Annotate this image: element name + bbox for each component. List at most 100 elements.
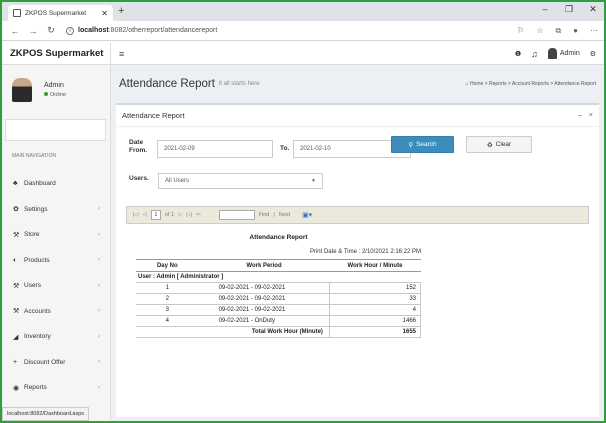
settings-gear-icon[interactable]: ⚙ — [590, 50, 596, 58]
breadcrumb[interactable]: ⌂ Home > Reports > Account Reports > Att… — [466, 81, 596, 87]
gear-icon: ✿ — [13, 206, 19, 214]
sidebar-item-users[interactable]: ⚒ Users ‹ — [2, 273, 110, 299]
total-row: Total Work Hour (Minute) 1655 — [136, 326, 422, 338]
box-tools: – × — [578, 112, 593, 119]
page-title: Attendance Report — [119, 78, 215, 90]
total-label: Total Work Hour (Minute) — [136, 326, 330, 338]
status-badge: Online — [44, 92, 66, 98]
first-page-icon[interactable]: |◁ — [133, 212, 139, 218]
find-link[interactable]: Find — [259, 212, 270, 218]
chevron-left-icon: ‹ — [98, 359, 100, 366]
page-subtitle: it all starts here — [218, 81, 260, 87]
back-icon[interactable]: ← — [8, 26, 22, 36]
group-label: User : Admin [ Administrator ] — [136, 271, 421, 283]
url-field[interactable]: i localhost :8082/otherreport/attendance… — [66, 26, 218, 35]
search-button[interactable]: ⚲ Search — [391, 136, 454, 153]
export-icon[interactable]: ▣▾ — [302, 211, 312, 219]
chevron-left-icon: ‹ — [98, 308, 100, 315]
col-work-hour: Work Hour / Minute — [329, 259, 421, 272]
online-dot-icon — [44, 92, 48, 96]
date-from-label: Date From. — [129, 139, 148, 154]
table-row: 4 09-02-2021 - OnDuty 1466 — [136, 315, 422, 327]
content-header: Attendance Report it all starts here ⌂ H… — [111, 65, 604, 103]
close-tab-icon[interactable]: ✕ — [101, 9, 108, 18]
box-header: Attendance Report – × — [116, 105, 599, 127]
navbar-right: ❶ ♫ Admin ⚙ — [515, 48, 604, 59]
collapse-icon[interactable]: – — [578, 112, 582, 119]
reports-icon: ◉ — [13, 384, 20, 392]
print-date: Print Date & Time : 2/10/2021 2:16:22 PM — [309, 249, 421, 255]
sidebar-item-settings[interactable]: ✿ Settings ‹ — [2, 197, 110, 223]
app-header: ZKPOS Supermarket ≡ ❶ ♫ Admin ⚙ — [2, 43, 604, 65]
browser-tab[interactable]: ZKPOS Supermarket ✕ — [8, 5, 113, 21]
store-icon: ⚒ — [13, 231, 20, 239]
main-content: Attendance Report it all starts here ⌂ H… — [111, 65, 604, 421]
info-icon[interactable]: i — [66, 26, 74, 35]
chevron-left-icon: ‹ — [98, 257, 100, 264]
collections-icon[interactable]: ⧉ — [555, 26, 561, 36]
clear-icon: ♻ — [486, 141, 493, 149]
chevron-left-icon: ‹ — [98, 384, 100, 391]
minimize-icon[interactable]: – — [540, 4, 550, 15]
sidebar-item-reports[interactable]: ◉ Reports ‹ — [2, 375, 110, 401]
brand-logo[interactable]: ZKPOS Supermarket — [2, 43, 111, 65]
sidebar-item-dashboard[interactable]: ♣ Dashboard — [2, 171, 110, 197]
back-arrow-icon[interactable]: ⇦ — [196, 212, 201, 218]
tab-title: ZKPOS Supermarket — [25, 9, 87, 17]
clear-button[interactable]: ♻ Clear — [466, 136, 532, 153]
users-select[interactable]: All Users ▼ — [158, 173, 323, 189]
chevron-left-icon: ‹ — [98, 282, 100, 289]
users-label: Users. — [129, 175, 149, 182]
chevron-left-icon: ‹ — [98, 206, 100, 213]
sidebar-user-name: Admin — [44, 82, 64, 89]
dashboard-icon: ♣ — [13, 180, 18, 188]
user-panel: Admin Online — [2, 65, 110, 115]
sidebar-item-inventory[interactable]: ◢ Inventory ‹ — [2, 324, 110, 350]
chevron-left-icon: ‹ — [98, 333, 100, 340]
forward-icon[interactable]: → — [26, 26, 40, 36]
table-row: 2 09-02-2021 - 09-02-2021 33 — [136, 293, 422, 305]
table-row: 3 09-02-2021 - 09-02-2021 4 — [136, 304, 422, 316]
total-value: 1655 — [328, 326, 422, 338]
report-title: Attendance Report — [249, 234, 308, 241]
user-menu[interactable]: Admin — [547, 48, 580, 59]
table-header-row: Day No Work Period Work Hour / Minute — [136, 259, 421, 272]
sidebar-item-discount-offer[interactable]: + Discount Offer ‹ — [2, 350, 110, 376]
remove-icon[interactable]: × — [589, 112, 593, 119]
user-name: Admin — [559, 50, 580, 57]
hamburger-icon[interactable]: ≡ — [119, 49, 124, 59]
chevron-left-icon: ‹ — [98, 231, 100, 238]
sidebar-item-accounts[interactable]: ⚒ Accounts ‹ — [2, 299, 110, 325]
page-number-input[interactable]: 1 — [150, 210, 161, 220]
find-input[interactable] — [218, 210, 255, 220]
last-page-icon[interactable]: ▷| — [186, 212, 192, 218]
notification-bell-icon[interactable]: ♫ — [531, 49, 538, 59]
next-page-icon[interactable]: ▷ — [178, 212, 182, 218]
close-window-icon[interactable]: ✕ — [588, 4, 598, 15]
next-link[interactable]: Next — [279, 212, 290, 218]
more-icon[interactable]: ⋯ — [590, 26, 598, 36]
report-table: Day No Work Period Work Hour / Minute Us… — [136, 259, 422, 338]
profile-icon[interactable]: ● — [573, 26, 578, 36]
chevron-down-icon: ▼ — [311, 178, 316, 184]
page-count: of 1 — [164, 212, 175, 218]
info-circle-icon[interactable]: ❶ — [515, 50, 521, 58]
maximize-icon[interactable]: ❐ — [564, 4, 574, 15]
sidebar-item-products[interactable]: ◐ Products ‹ — [2, 248, 110, 274]
address-bar: ← → ↻ i localhost :8082/otherreport/atte… — [2, 21, 604, 41]
star-icon[interactable]: ☆ — [536, 26, 543, 36]
new-tab-icon[interactable]: + — [118, 5, 124, 17]
prev-page-icon[interactable]: ◁ — [143, 212, 147, 218]
date-from-input[interactable]: 2021-02-09 — [157, 140, 273, 158]
reload-icon[interactable]: ↻ — [44, 25, 58, 36]
col-day-no: Day No — [136, 259, 199, 272]
translate-icon[interactable]: ⚐ — [517, 26, 524, 36]
sidebar-item-store[interactable]: ⚒ Store ‹ — [2, 222, 110, 248]
avatar — [12, 78, 32, 102]
sidebar: Admin Online MAIN NAVIGATION ♣ Dashboard… — [2, 65, 111, 421]
sidebar-search-input[interactable] — [5, 119, 106, 141]
search-icon: ⚲ — [408, 141, 414, 149]
url-path: :8082/otherreport/attendancereport — [108, 27, 218, 34]
screen: ZKPOS Supermarket ✕ + – ❐ ✕ ← → ↻ i loca… — [0, 0, 606, 423]
report-toolbar: |◁ ◁ 1 of 1 ▷ ▷| ⇦ Find | Next ▣▾ — [126, 206, 589, 224]
